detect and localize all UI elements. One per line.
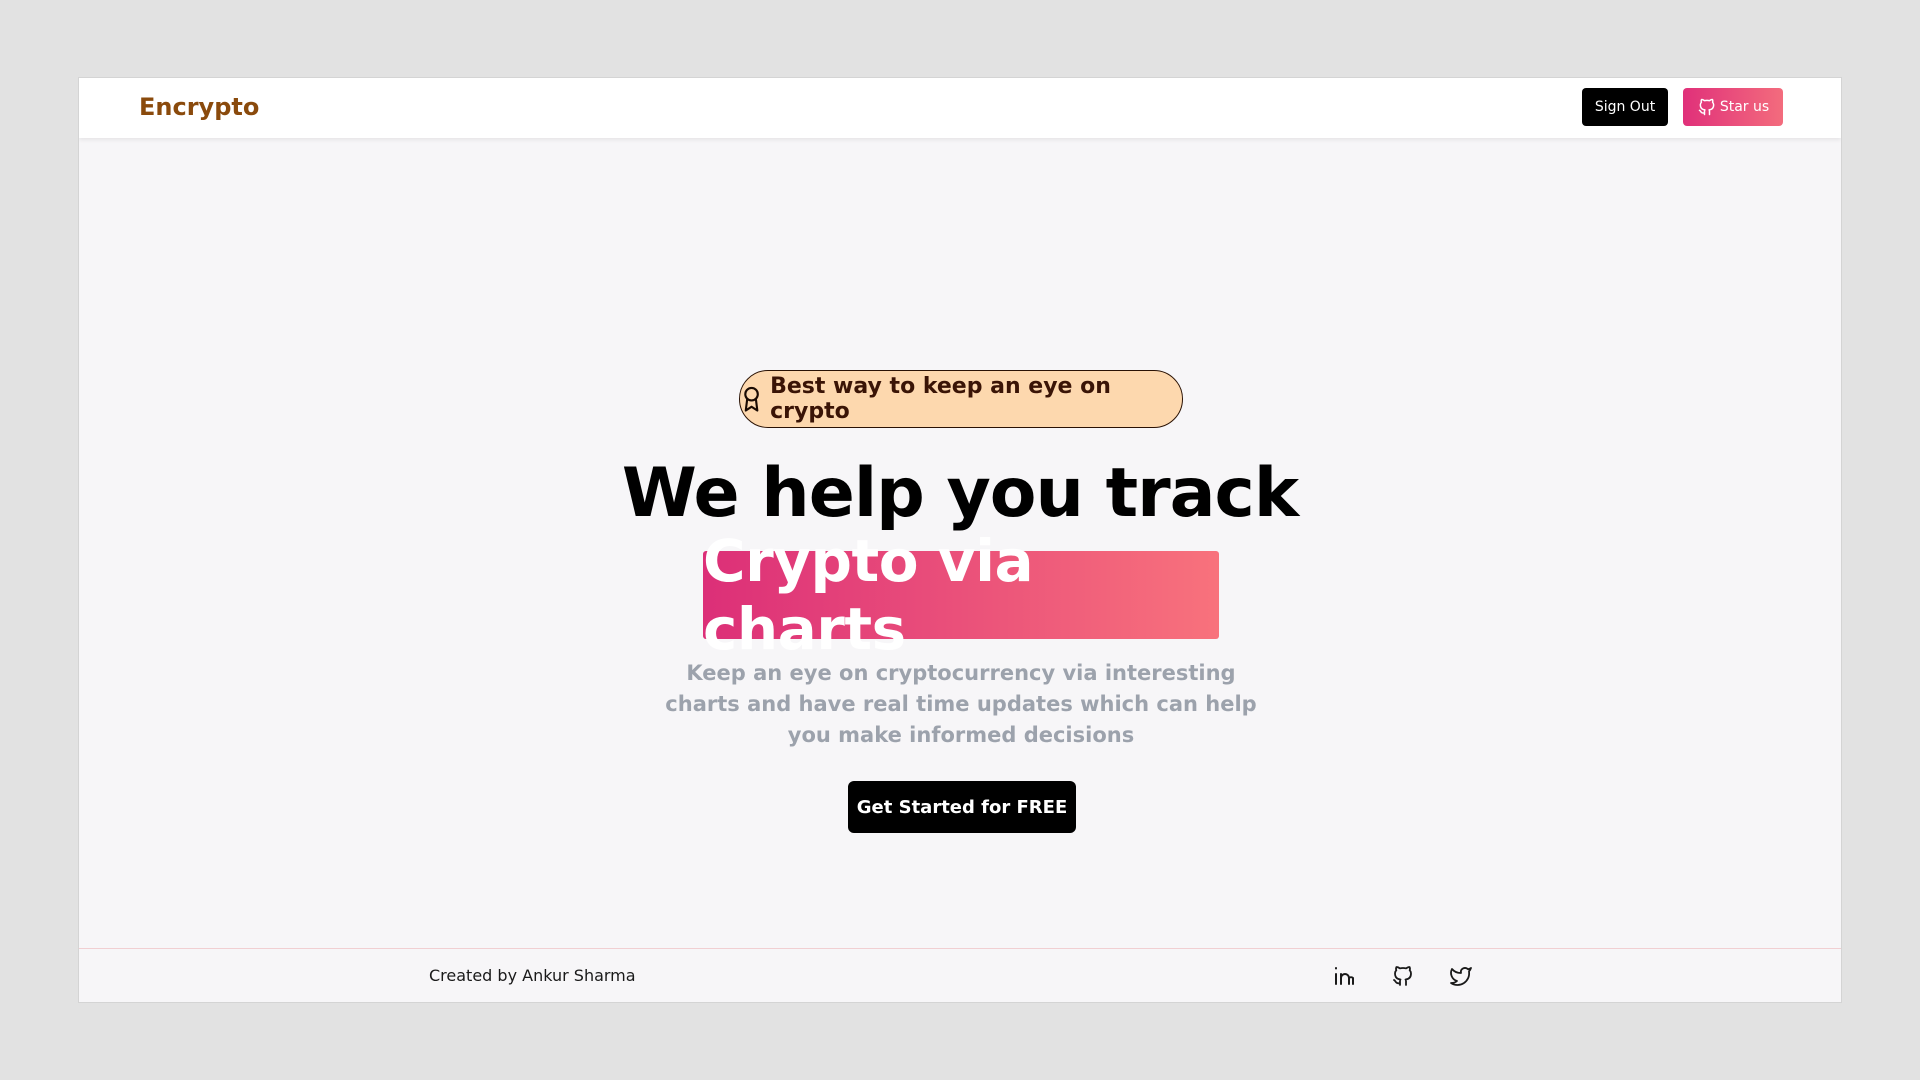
award-icon: [744, 386, 759, 412]
hero-headline: We help you track: [621, 454, 1299, 533]
star-us-label: Star us: [1719, 99, 1770, 115]
sign-out-button[interactable]: Sign Out: [1582, 88, 1668, 126]
tagline-badge: Best way to keep an eye on crypto: [739, 370, 1183, 428]
star-us-button[interactable]: Star us: [1683, 88, 1783, 126]
github-icon: [1698, 98, 1715, 116]
linkedin-icon[interactable]: [1331, 963, 1357, 989]
hero-subtext: Keep an eye on cryptocurrency via intere…: [665, 661, 1257, 747]
hero-highlight: Crypto via charts: [703, 527, 1219, 663]
footer-credit: Created by Ankur Sharma: [429, 966, 636, 985]
app-window: Encrypto Sign Out Star us Best way to ke…: [78, 77, 1842, 1003]
footer: Created by Ankur Sharma: [79, 948, 1841, 1002]
badge-text: Best way to keep an eye on crypto: [770, 374, 1111, 424]
navbar: Encrypto Sign Out Star us: [79, 78, 1841, 138]
twitter-icon[interactable]: [1448, 963, 1474, 989]
get-started-button[interactable]: Get Started for FREE: [848, 781, 1076, 833]
brand-logo[interactable]: Encrypto: [139, 93, 259, 121]
github-icon[interactable]: [1390, 963, 1416, 989]
